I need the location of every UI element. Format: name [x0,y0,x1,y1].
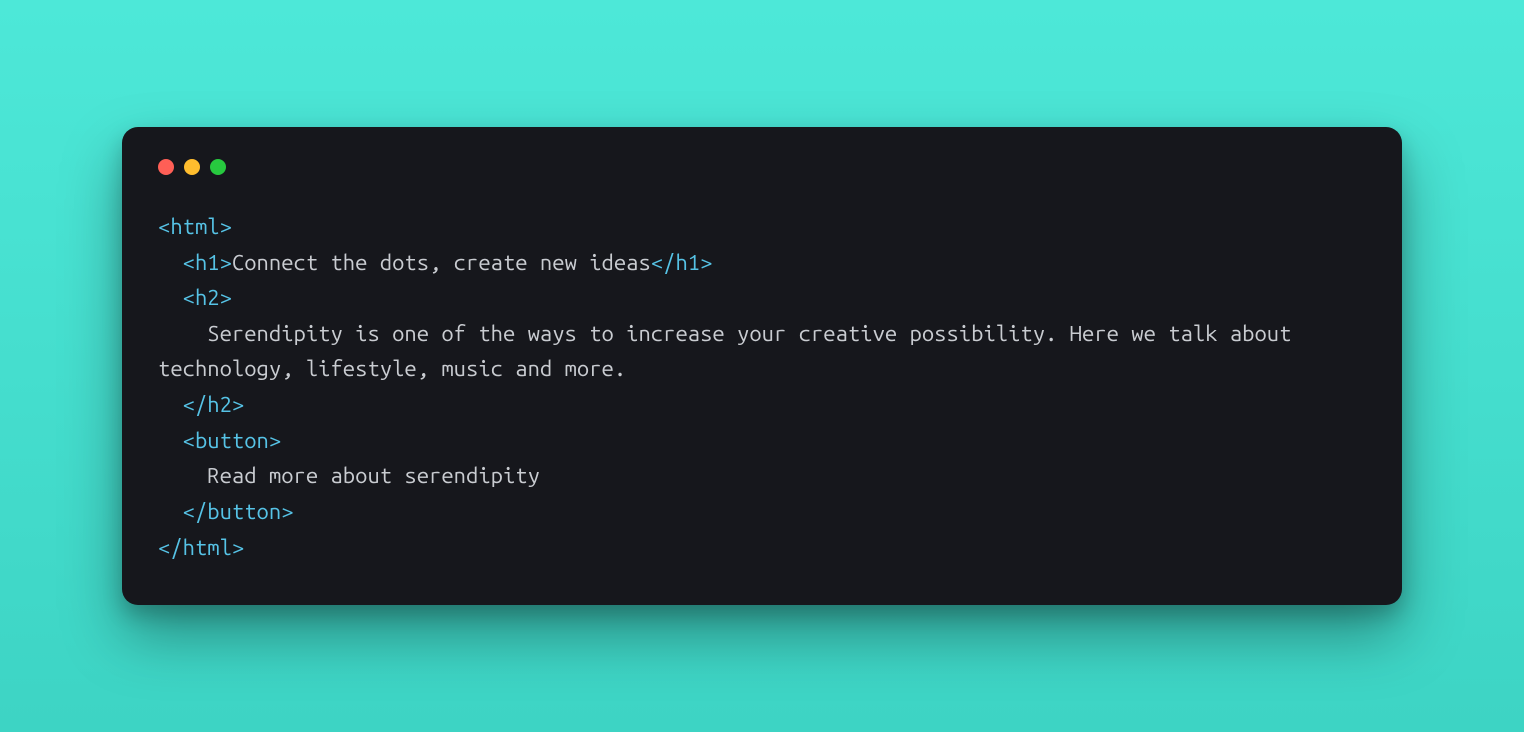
tag-button-open: <button> [183,428,282,453]
code-window: <html> <h1>Connect the dots, create new … [122,127,1402,605]
h2-text: Serendipity is one of the ways to increa… [158,321,1304,382]
code-block: <html> <h1>Connect the dots, create new … [158,209,1366,565]
tag-h1-close: </h1> [651,250,713,275]
tag-h1-open: <h1> [183,250,232,275]
close-icon[interactable] [158,159,174,175]
tag-h2-close: </h2> [183,392,245,417]
window-titlebar [158,159,1366,175]
minimize-icon[interactable] [184,159,200,175]
button-text: Read more about serendipity [207,463,540,488]
tag-h2-open: <h2> [183,285,232,310]
tag-html-open: <html> [158,214,232,239]
tag-button-close: </button> [183,499,294,524]
h1-text: Connect the dots, create new ideas [232,250,651,275]
tag-html-close: </html> [158,535,244,560]
maximize-icon[interactable] [210,159,226,175]
